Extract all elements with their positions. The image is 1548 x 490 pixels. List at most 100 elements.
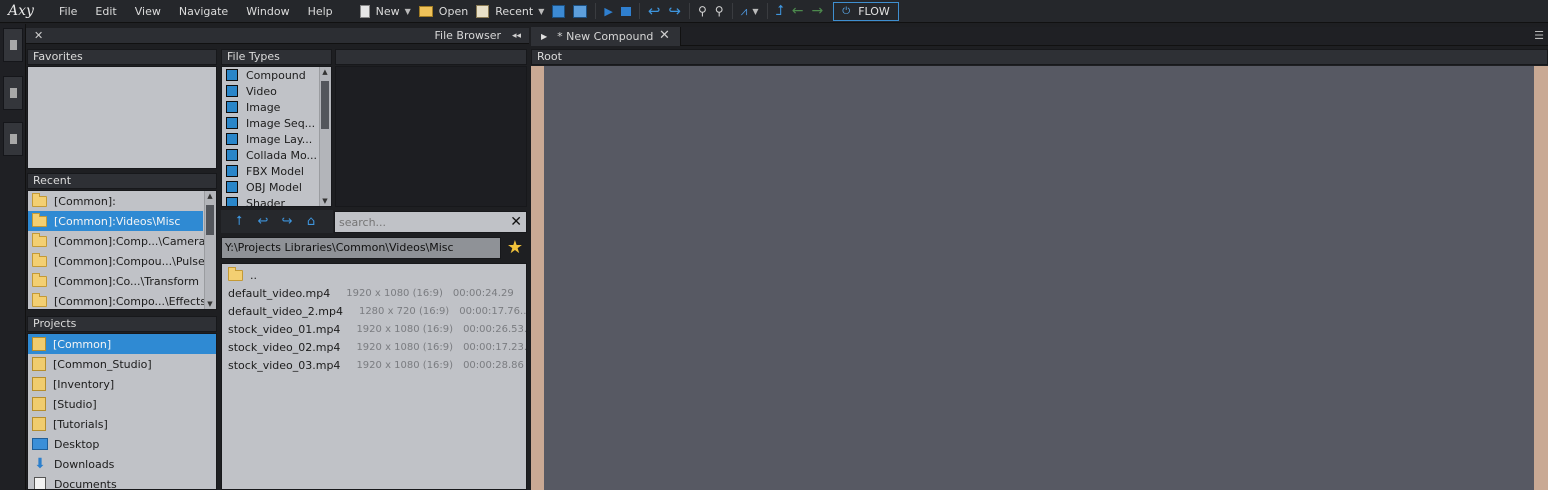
checkbox[interactable] bbox=[226, 181, 238, 193]
file-types-scrollbar[interactable]: ▲ ▼ bbox=[319, 67, 331, 206]
recent-item[interactable]: [Common]:Comp...\Camera bbox=[28, 231, 205, 251]
scroll-thumb[interactable] bbox=[206, 205, 214, 235]
folder-icon bbox=[228, 266, 243, 281]
menu-help[interactable]: Help bbox=[299, 0, 342, 23]
back-button[interactable]: ← bbox=[788, 0, 808, 23]
file-type-item[interactable]: Video bbox=[222, 83, 277, 99]
menu-window[interactable]: Window bbox=[237, 0, 298, 23]
chevron-down-icon[interactable]: ▼ bbox=[752, 7, 758, 16]
menu-edit[interactable]: Edit bbox=[86, 0, 125, 23]
arrow-up-icon[interactable]: ⭡ bbox=[227, 214, 251, 229]
forward-icon[interactable]: ↪ bbox=[275, 214, 299, 229]
menu-file[interactable]: File bbox=[50, 0, 86, 23]
project-item[interactable]: ⬇ Downloads bbox=[28, 454, 216, 474]
recent-button[interactable]: Recent ▼ bbox=[472, 0, 548, 23]
path-field[interactable]: Y:\Projects Libraries\Common\Videos\Misc bbox=[221, 237, 501, 259]
graph-button[interactable]: ⩘ ▼ bbox=[737, 0, 763, 23]
recent-item[interactable]: [Common]:Videos\Misc bbox=[28, 211, 203, 231]
scroll-down-icon[interactable]: ▼ bbox=[320, 196, 330, 206]
close-icon[interactable]: ✕ bbox=[34, 28, 43, 44]
save-button[interactable] bbox=[548, 0, 569, 23]
back-icon[interactable]: ↩ bbox=[251, 214, 275, 229]
close-icon[interactable]: ✕ bbox=[659, 28, 670, 43]
checkbox[interactable] bbox=[226, 69, 238, 81]
file-type-item[interactable]: Compound bbox=[222, 67, 306, 83]
file-type-item[interactable]: Collada Mo... bbox=[222, 147, 317, 163]
file-list[interactable]: .. default_video.mp4 1920 x 1080 (16:9) … bbox=[221, 263, 527, 490]
compound-canvas[interactable] bbox=[544, 66, 1534, 490]
graph-icon: ⩘ bbox=[740, 3, 748, 18]
project-item[interactable]: [Studio] bbox=[28, 394, 216, 414]
dock-file-browser-button[interactable] bbox=[3, 28, 23, 62]
undo-button[interactable]: ↩ bbox=[644, 0, 665, 23]
recent-item[interactable]: [Common]:Compo...\Effects bbox=[28, 291, 206, 309]
home-icon[interactable]: ⌂ bbox=[299, 214, 323, 229]
recent-item[interactable]: [Common]: bbox=[28, 191, 203, 211]
file-type-item[interactable]: OBJ Model bbox=[222, 179, 302, 195]
dock-tool-button[interactable] bbox=[3, 122, 23, 156]
file-type-item[interactable]: Image Lay... bbox=[222, 131, 312, 147]
scroll-up-icon[interactable]: ▲ bbox=[320, 67, 330, 77]
forward-button[interactable]: → bbox=[808, 0, 828, 23]
recent-item[interactable]: [Common]:Co...\Transform bbox=[28, 271, 203, 291]
favorites-list[interactable] bbox=[27, 66, 217, 169]
menu-navigate[interactable]: Navigate bbox=[170, 0, 237, 23]
file-types-list[interactable]: Compound Video Image Image Seq... Image … bbox=[221, 66, 332, 207]
project-item[interactable]: [Tutorials] bbox=[28, 414, 216, 434]
redo-button[interactable]: ↪ bbox=[664, 0, 685, 23]
zoom-out-button[interactable]: ⚲ bbox=[711, 0, 728, 23]
projects-list[interactable]: [Common] [Common_Studio] [Inventory] [St… bbox=[27, 333, 217, 490]
scroll-thumb[interactable] bbox=[321, 81, 329, 129]
checkbox[interactable] bbox=[226, 165, 238, 177]
file-row[interactable]: stock_video_02.mp4 1920 x 1080 (16:9) 00… bbox=[224, 338, 526, 356]
breadcrumb[interactable]: Root bbox=[531, 49, 1548, 65]
recent-scrollbar[interactable]: ▲ ▼ bbox=[204, 191, 216, 309]
file-type-item[interactable]: FBX Model bbox=[222, 163, 304, 179]
chevron-down-icon[interactable]: ▼ bbox=[538, 7, 544, 16]
zoom-in-button[interactable]: ⚲ bbox=[694, 0, 711, 23]
file-type-item[interactable]: Shader bbox=[222, 195, 285, 206]
play-icon[interactable]: ▶ bbox=[541, 32, 547, 41]
project-item[interactable]: Desktop bbox=[28, 434, 216, 454]
chevron-down-icon[interactable]: ▼ bbox=[405, 7, 411, 16]
project-item[interactable]: [Common] bbox=[28, 334, 216, 354]
file-row[interactable]: default_video_2.mp4 1280 x 720 (16:9) 00… bbox=[224, 302, 526, 320]
open-button[interactable]: Open bbox=[415, 0, 472, 23]
menu-icon[interactable]: ☰ bbox=[1534, 29, 1544, 42]
file-row[interactable]: .. bbox=[224, 266, 257, 284]
menu-view[interactable]: View bbox=[126, 0, 170, 23]
recent-item[interactable]: [Common]:Compou...\Pulse bbox=[28, 251, 205, 271]
save-all-button[interactable] bbox=[569, 0, 591, 23]
file-row[interactable]: stock_video_01.mp4 1920 x 1080 (16:9) 00… bbox=[224, 320, 526, 338]
flow-button[interactable]: ⏻ FLOW bbox=[833, 1, 899, 21]
tab-new-compound[interactable]: ▶ * New Compound ✕ bbox=[531, 27, 681, 46]
checkbox[interactable] bbox=[226, 197, 238, 206]
dock-panel-button[interactable] bbox=[3, 76, 23, 110]
file-type-item[interactable]: Image bbox=[222, 99, 280, 115]
up-level-button[interactable]: ⮥ bbox=[772, 0, 788, 23]
stop-button[interactable] bbox=[617, 0, 635, 23]
star-icon[interactable]: ★ bbox=[505, 238, 525, 258]
checkbox[interactable] bbox=[226, 149, 238, 161]
scroll-up-icon[interactable]: ▲ bbox=[205, 191, 215, 201]
file-row[interactable]: stock_video_03.mp4 1920 x 1080 (16:9) 00… bbox=[224, 356, 524, 374]
file-resolution: 1920 x 1080 (16:9) bbox=[356, 341, 454, 353]
file-row[interactable]: default_video.mp4 1920 x 1080 (16:9) 00:… bbox=[224, 284, 514, 302]
project-folder-icon bbox=[32, 377, 46, 391]
play-button[interactable]: ▶ bbox=[600, 0, 616, 23]
project-item[interactable]: [Inventory] bbox=[28, 374, 216, 394]
checkbox[interactable] bbox=[226, 133, 238, 145]
project-item[interactable]: Documents bbox=[28, 474, 216, 489]
checkbox[interactable] bbox=[226, 85, 238, 97]
checkbox[interactable] bbox=[226, 101, 238, 113]
project-item[interactable]: [Common_Studio] bbox=[28, 354, 216, 374]
scroll-down-icon[interactable]: ▼ bbox=[205, 299, 215, 309]
new-button[interactable]: New ▼ bbox=[356, 0, 415, 23]
search-input[interactable] bbox=[335, 212, 505, 232]
collapse-icon[interactable]: ◂◂ bbox=[512, 28, 521, 44]
projects-header: Projects bbox=[27, 316, 217, 332]
file-type-item[interactable]: Image Seq... bbox=[222, 115, 315, 131]
checkbox[interactable] bbox=[226, 117, 238, 129]
clear-search-icon[interactable]: ✕ bbox=[510, 213, 522, 231]
recent-list[interactable]: [Common]: [Common]:Videos\Misc [Common]:… bbox=[27, 190, 217, 310]
